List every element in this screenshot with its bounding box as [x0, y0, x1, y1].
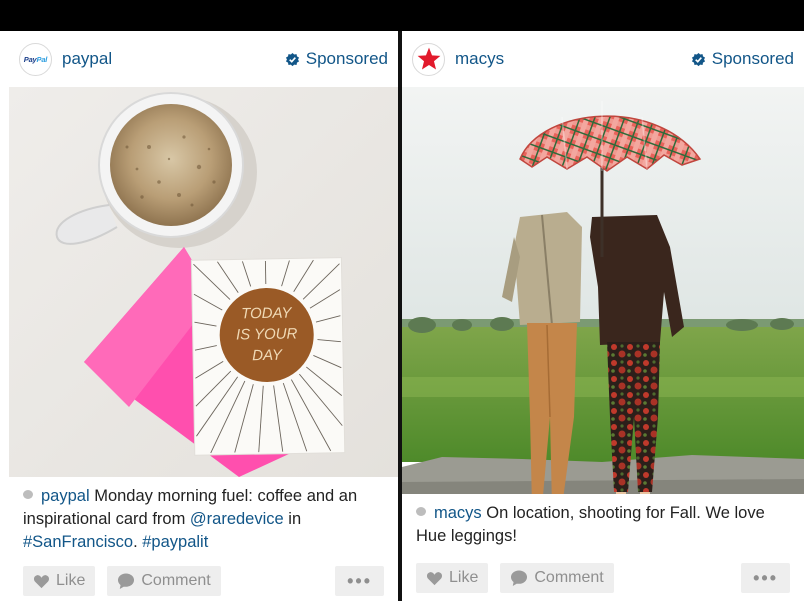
post-caption: paypal Monday morning fuel: coffee and a… [9, 477, 398, 554]
like-label: Like [56, 572, 86, 589]
comment-label: Comment [141, 572, 211, 589]
caption-hashtag-1[interactable]: #SanFrancisco [23, 533, 133, 551]
macys-avatar[interactable] [412, 42, 445, 76]
post-header: macys Sponsored [402, 31, 804, 87]
macys-star-icon [417, 47, 440, 70]
post-username[interactable]: paypal [62, 49, 285, 69]
card-text-line-1: TODAY [241, 304, 293, 322]
sponsored-badge-icon [285, 52, 299, 66]
sponsored-label[interactable]: Sponsored [691, 49, 794, 69]
caption-hashtag-2[interactable]: #paypalit [142, 533, 208, 551]
comment-button[interactable]: Comment [107, 566, 221, 596]
caption-text-2: in [283, 510, 302, 528]
paypal-logo-pal: Pal [36, 54, 48, 64]
like-button[interactable]: Like [416, 563, 489, 593]
card-text-line-2: IS YOUR [236, 325, 298, 343]
post-username[interactable]: macys [455, 49, 691, 69]
post-actions: Like Comment ••• [416, 563, 790, 593]
post-header: Pay Pal paypal Sponsored [9, 31, 398, 87]
sponsored-text: Sponsored [305, 49, 388, 68]
paypal-logo-pay: Pay [23, 54, 37, 64]
sponsored-badge-icon [691, 52, 705, 66]
more-options-button[interactable]: ••• [741, 563, 790, 593]
card-text-line-3: DAY [252, 347, 283, 365]
caption-username[interactable]: paypal [41, 487, 90, 505]
sponsored-text: Sponsored [711, 49, 794, 68]
heart-icon [426, 571, 443, 585]
post-paypal: Pay Pal paypal Sponsored TODAY IS YOUR D… [9, 31, 398, 601]
post-caption: macys On location, shooting for Fall. We… [402, 494, 804, 548]
caption-bubble-icon [23, 490, 33, 500]
caption-mention[interactable]: @raredevice [190, 510, 284, 528]
sponsored-label[interactable]: Sponsored [285, 49, 388, 69]
heart-icon [33, 574, 50, 588]
like-label: Like [449, 569, 479, 586]
comment-bubble-icon [511, 570, 528, 586]
caption-username[interactable]: macys [434, 504, 482, 522]
more-options-button[interactable]: ••• [335, 566, 384, 596]
post-actions: Like Comment ••• [23, 566, 384, 596]
comment-label: Comment [534, 569, 604, 586]
post-macys: macys Sponsored macys On location, shoot… [402, 31, 804, 601]
like-button[interactable]: Like [23, 566, 96, 596]
comment-bubble-icon [118, 573, 135, 589]
post-photo[interactable] [402, 87, 804, 494]
comment-button[interactable]: Comment [500, 563, 614, 593]
coffee-card-photo: TODAY IS YOUR DAY [9, 87, 398, 477]
post-photo[interactable]: TODAY IS YOUR DAY [9, 87, 398, 477]
paypal-avatar[interactable]: Pay Pal [19, 42, 52, 76]
umbrella-models-photo [402, 87, 804, 494]
top-black-bar [0, 0, 804, 31]
caption-text-3: . [133, 533, 143, 551]
caption-bubble-icon [416, 507, 426, 517]
